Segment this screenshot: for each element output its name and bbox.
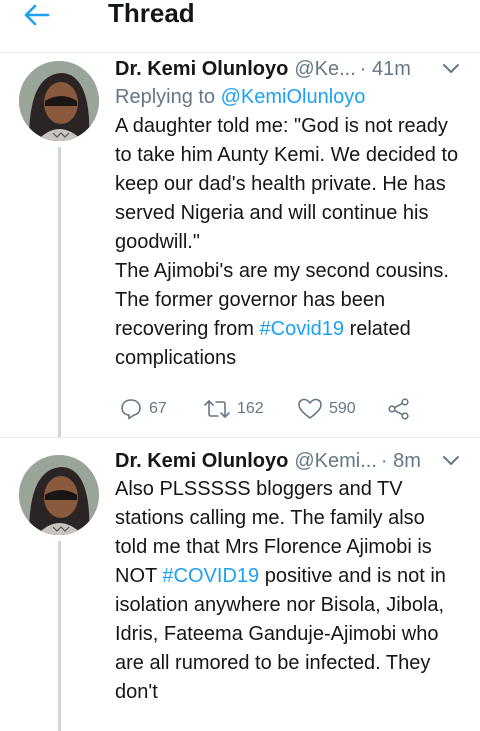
author-handle[interactable]: @Kemi... — [294, 447, 377, 475]
reply-icon — [121, 399, 141, 420]
hashtag-link[interactable]: #COVID19 — [162, 565, 259, 587]
tweet-actions: 67 162 590 — [115, 395, 415, 423]
retweet-count: 162 — [237, 400, 264, 417]
avatar[interactable] — [19, 61, 99, 141]
thread-connector — [58, 541, 61, 731]
replying-to: Replying to @KemiOlunloyo — [115, 83, 460, 112]
avatar[interactable] — [19, 455, 99, 535]
chevron-down-icon — [443, 64, 459, 73]
tweet[interactable]: Dr. Kemi Olunloyo @Ke... · 41m Replying … — [0, 55, 480, 438]
more-options-button[interactable] — [442, 63, 460, 75]
timestamp[interactable]: · 41m — [360, 55, 411, 83]
timestamp[interactable]: · 8m — [381, 447, 421, 475]
share-icon — [388, 398, 409, 420]
tweet-meta: Dr. Kemi Olunloyo @Ke... · 41m — [115, 55, 460, 83]
tweet-paragraph: A daughter told me: "God is not ready to… — [115, 115, 459, 253]
like-count: 590 — [329, 400, 356, 417]
hashtag-link[interactable]: #Covid19 — [260, 318, 345, 340]
like-button[interactable]: 590 — [297, 395, 356, 423]
share-button[interactable] — [387, 395, 411, 423]
reply-count: 67 — [149, 400, 167, 417]
retweet-icon — [204, 400, 230, 418]
reply-button[interactable]: 67 — [119, 395, 167, 423]
tweet-text: Also PLSSSSS bloggers and TV stations ca… — [115, 475, 460, 707]
retweet-button[interactable]: 162 — [203, 395, 264, 423]
back-button[interactable] — [22, 0, 62, 30]
author-name[interactable]: Dr. Kemi Olunloyo — [115, 447, 288, 475]
tweet-paragraph: The Ajimobi's are my second cousins. The… — [115, 257, 460, 373]
author-handle[interactable]: @Ke... — [294, 55, 355, 83]
replying-to-label: Replying to — [115, 86, 216, 108]
chevron-down-icon — [443, 456, 459, 465]
heart-icon — [298, 398, 322, 419]
page-title: Thread — [108, 0, 195, 28]
reply-handle-link[interactable]: @KemiOlunloyo — [221, 86, 366, 108]
thread-connector — [58, 147, 61, 437]
tweet-meta: Dr. Kemi Olunloyo @Kemi... · 8m — [115, 447, 460, 475]
author-name[interactable]: Dr. Kemi Olunloyo — [115, 55, 288, 83]
arrow-left-icon — [24, 4, 50, 26]
top-bar: Thread — [0, 0, 480, 53]
more-options-button[interactable] — [442, 455, 460, 467]
tweet-text: A daughter told me: "God is not ready to… — [115, 112, 460, 373]
tweet[interactable]: Dr. Kemi Olunloyo @Kemi... · 8m Also PLS… — [0, 447, 480, 731]
